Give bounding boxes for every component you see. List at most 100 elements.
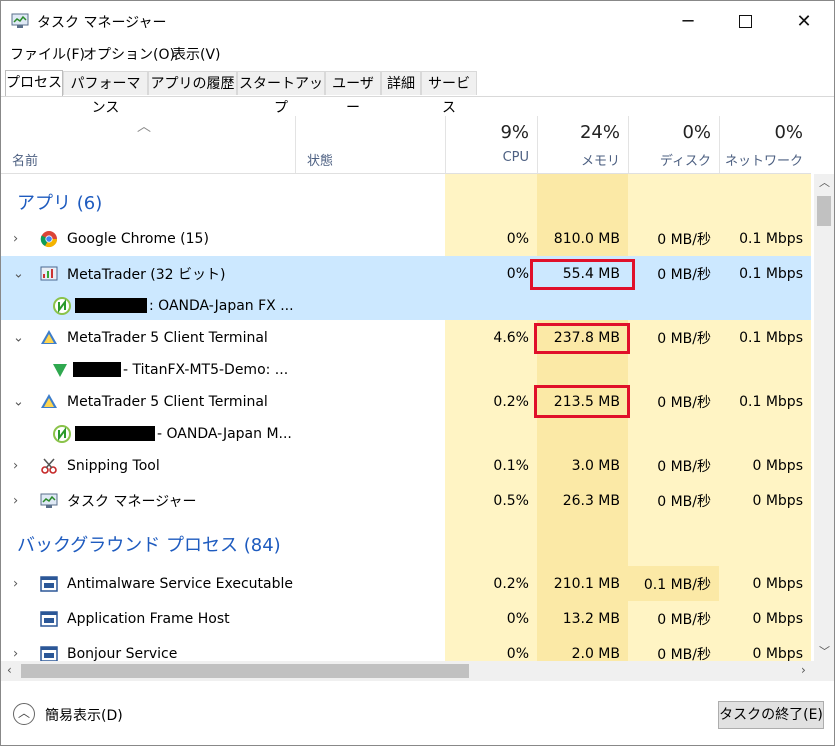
network-value: 0 Mbps bbox=[752, 645, 803, 662]
table-row[interactable]: Application Frame Host 0% 13.2 MB 0 MB/秒… bbox=[1, 601, 811, 636]
task-manager-app-icon bbox=[11, 13, 29, 28]
horizontal-scrollbar[interactable]: ‹ › bbox=[1, 661, 834, 681]
menu-view[interactable]: 表示(V) bbox=[172, 44, 221, 64]
disk-value: 0 MB/秒 bbox=[657, 231, 711, 248]
process-name: - TitanFX-MT5-Demo: ... bbox=[123, 361, 289, 378]
disk-value: 0 MB/秒 bbox=[657, 458, 711, 475]
minimize-icon: ─ bbox=[682, 10, 694, 32]
cpu-value: 0% bbox=[506, 610, 529, 627]
table-subrow[interactable]: - TitanFX-MT5-Demo: ... bbox=[1, 355, 811, 384]
disk-value: 0 MB/秒 bbox=[657, 493, 711, 510]
tab-processes[interactable]: プロセス bbox=[5, 70, 63, 96]
table-row[interactable]: › Snipping Tool 0.1% 3.0 MB 0 MB/秒 0 Mbp… bbox=[1, 448, 811, 483]
task-manager-icon bbox=[40, 493, 58, 508]
menu-file[interactable]: ファイル(F) bbox=[10, 44, 85, 64]
scroll-thumb[interactable] bbox=[817, 196, 831, 226]
metatrader5-icon bbox=[41, 393, 57, 408]
scroll-thumb[interactable] bbox=[21, 664, 469, 678]
scroll-left-icon[interactable]: ‹ bbox=[7, 663, 12, 677]
header-memory-column[interactable]: 24% メモリ bbox=[537, 116, 628, 173]
menu-bar: ファイル(F) オプション(O) 表示(V) bbox=[1, 41, 834, 65]
table-row[interactable]: › Google Chrome (15) 0% 810.0 MB 0 MB/秒 … bbox=[1, 221, 811, 256]
chevron-down-icon[interactable]: ⌄ bbox=[13, 394, 24, 409]
process-list: アプリ (6) › Google Chrome (15) 0% 810.0 MB… bbox=[1, 174, 811, 661]
tab-services[interactable]: サービス bbox=[421, 71, 477, 116]
chevron-right-icon[interactable]: › bbox=[13, 458, 18, 473]
header-network-label: ネットワーク bbox=[724, 154, 803, 169]
process-name: MetaTrader (32 ビット) bbox=[67, 266, 226, 283]
network-value: 0 Mbps bbox=[752, 575, 803, 592]
end-task-button[interactable]: タスクの終了(E) bbox=[718, 701, 824, 729]
header-status-label: 状態 bbox=[307, 154, 334, 169]
maximize-button[interactable] bbox=[722, 1, 768, 41]
table-row[interactable]: ⌄ MetaTrader 5 Client Terminal 4.6% 237.… bbox=[1, 320, 811, 355]
service-window-icon bbox=[40, 610, 58, 627]
process-name: Bonjour Service bbox=[67, 645, 178, 662]
disk-value: 0.1 MB/秒 bbox=[643, 576, 711, 593]
process-name: MetaTrader 5 Client Terminal bbox=[67, 329, 268, 346]
header-cpu-column[interactable]: 9% CPU bbox=[445, 116, 537, 173]
process-name: タスク マネージャー bbox=[67, 493, 197, 510]
process-name: - OANDA-Japan M... bbox=[157, 425, 292, 442]
scroll-right-icon[interactable]: › bbox=[801, 663, 806, 677]
tab-app-history[interactable]: アプリの履歴 bbox=[148, 71, 237, 95]
window-title: タスク マネージャー bbox=[37, 15, 167, 31]
network-value: 0.1 Mbps bbox=[739, 265, 803, 282]
table-subrow-selected[interactable]: : OANDA-Japan FX ... bbox=[1, 291, 811, 320]
redacted-text bbox=[73, 362, 121, 377]
header-status-column[interactable]: 状態 bbox=[295, 116, 445, 173]
header-disk-column[interactable]: 0% ディスク bbox=[628, 116, 719, 173]
disk-value: 0 MB/秒 bbox=[657, 611, 711, 628]
chevron-right-icon[interactable]: › bbox=[13, 231, 18, 246]
service-window-icon bbox=[40, 575, 58, 592]
memory-value: 210.1 MB bbox=[553, 575, 620, 592]
header-cpu-pct: 9% bbox=[500, 122, 529, 143]
memory-value: 26.3 MB bbox=[562, 492, 620, 509]
chevron-down-icon[interactable]: ⌄ bbox=[13, 266, 24, 281]
header-cpu-label: CPU bbox=[502, 150, 529, 165]
menu-options[interactable]: オプション(O) bbox=[83, 44, 175, 64]
title-bar: タスク マネージャー ─ ✕ bbox=[1, 1, 834, 41]
fewer-details-label: 簡易表示(D) bbox=[45, 708, 123, 724]
header-name-label: 名前 bbox=[12, 154, 39, 169]
chevron-right-icon[interactable]: › bbox=[13, 493, 18, 508]
header-name-column[interactable]: ︿ 名前 bbox=[1, 116, 295, 173]
process-name: Antimalware Service Executable bbox=[67, 575, 294, 592]
table-row[interactable]: › タスク マネージャー 0.5% 26.3 MB 0 MB/秒 0 Mbps bbox=[1, 483, 811, 518]
redacted-text bbox=[75, 298, 147, 313]
chevron-right-icon[interactable]: › bbox=[13, 576, 18, 591]
table-row-selected[interactable]: ⌄ MetaTrader (32 ビット) 0% 55.4 MB 0 MB/秒 … bbox=[1, 256, 811, 291]
network-value: 0 Mbps bbox=[752, 610, 803, 627]
tab-performance[interactable]: パフォーマンス bbox=[63, 71, 148, 116]
cpu-value: 0.5% bbox=[493, 492, 529, 509]
tab-users[interactable]: ユーザー bbox=[325, 71, 381, 116]
close-button[interactable]: ✕ bbox=[781, 1, 827, 41]
header-network-column[interactable]: 0% ネットワーク bbox=[719, 116, 811, 173]
network-value: 0.1 Mbps bbox=[739, 230, 803, 247]
memory-value: 810.0 MB bbox=[553, 230, 620, 247]
scroll-down-icon[interactable]: ﹀ bbox=[819, 643, 830, 659]
highlight-box bbox=[534, 323, 630, 354]
tab-startup[interactable]: スタートアップ bbox=[237, 71, 325, 116]
vertical-scrollbar[interactable]: ︿ ﹀ bbox=[814, 174, 834, 661]
header-memory-label: メモリ bbox=[580, 154, 620, 169]
oanda-icon bbox=[53, 424, 71, 443]
table-row[interactable]: ⌄ MetaTrader 5 Client Terminal 0.2% 213.… bbox=[1, 384, 811, 419]
scroll-up-icon[interactable]: ︿ bbox=[819, 174, 830, 190]
table-row[interactable]: › Bonjour Service 0% 2.0 MB 0 MB/秒 0 Mbp… bbox=[1, 636, 811, 661]
chevron-down-icon[interactable]: ⌄ bbox=[13, 330, 24, 345]
tab-details[interactable]: 詳細 bbox=[381, 71, 421, 95]
network-value: 0.1 Mbps bbox=[739, 393, 803, 410]
minimize-button[interactable]: ─ bbox=[665, 1, 711, 41]
redacted-text bbox=[75, 426, 155, 441]
oanda-icon bbox=[53, 296, 71, 315]
header-disk-label: ディスク bbox=[659, 154, 711, 169]
close-icon: ✕ bbox=[796, 10, 812, 32]
table-subrow[interactable]: - OANDA-Japan M... bbox=[1, 419, 811, 448]
titanfx-icon bbox=[53, 363, 67, 377]
highlight-box bbox=[530, 259, 635, 290]
table-row[interactable]: › Antimalware Service Executable 0.2% 21… bbox=[1, 566, 811, 601]
chevron-right-icon[interactable]: › bbox=[13, 646, 18, 661]
memory-value: 2.0 MB bbox=[571, 645, 620, 662]
header-network-pct: 0% bbox=[774, 122, 803, 143]
